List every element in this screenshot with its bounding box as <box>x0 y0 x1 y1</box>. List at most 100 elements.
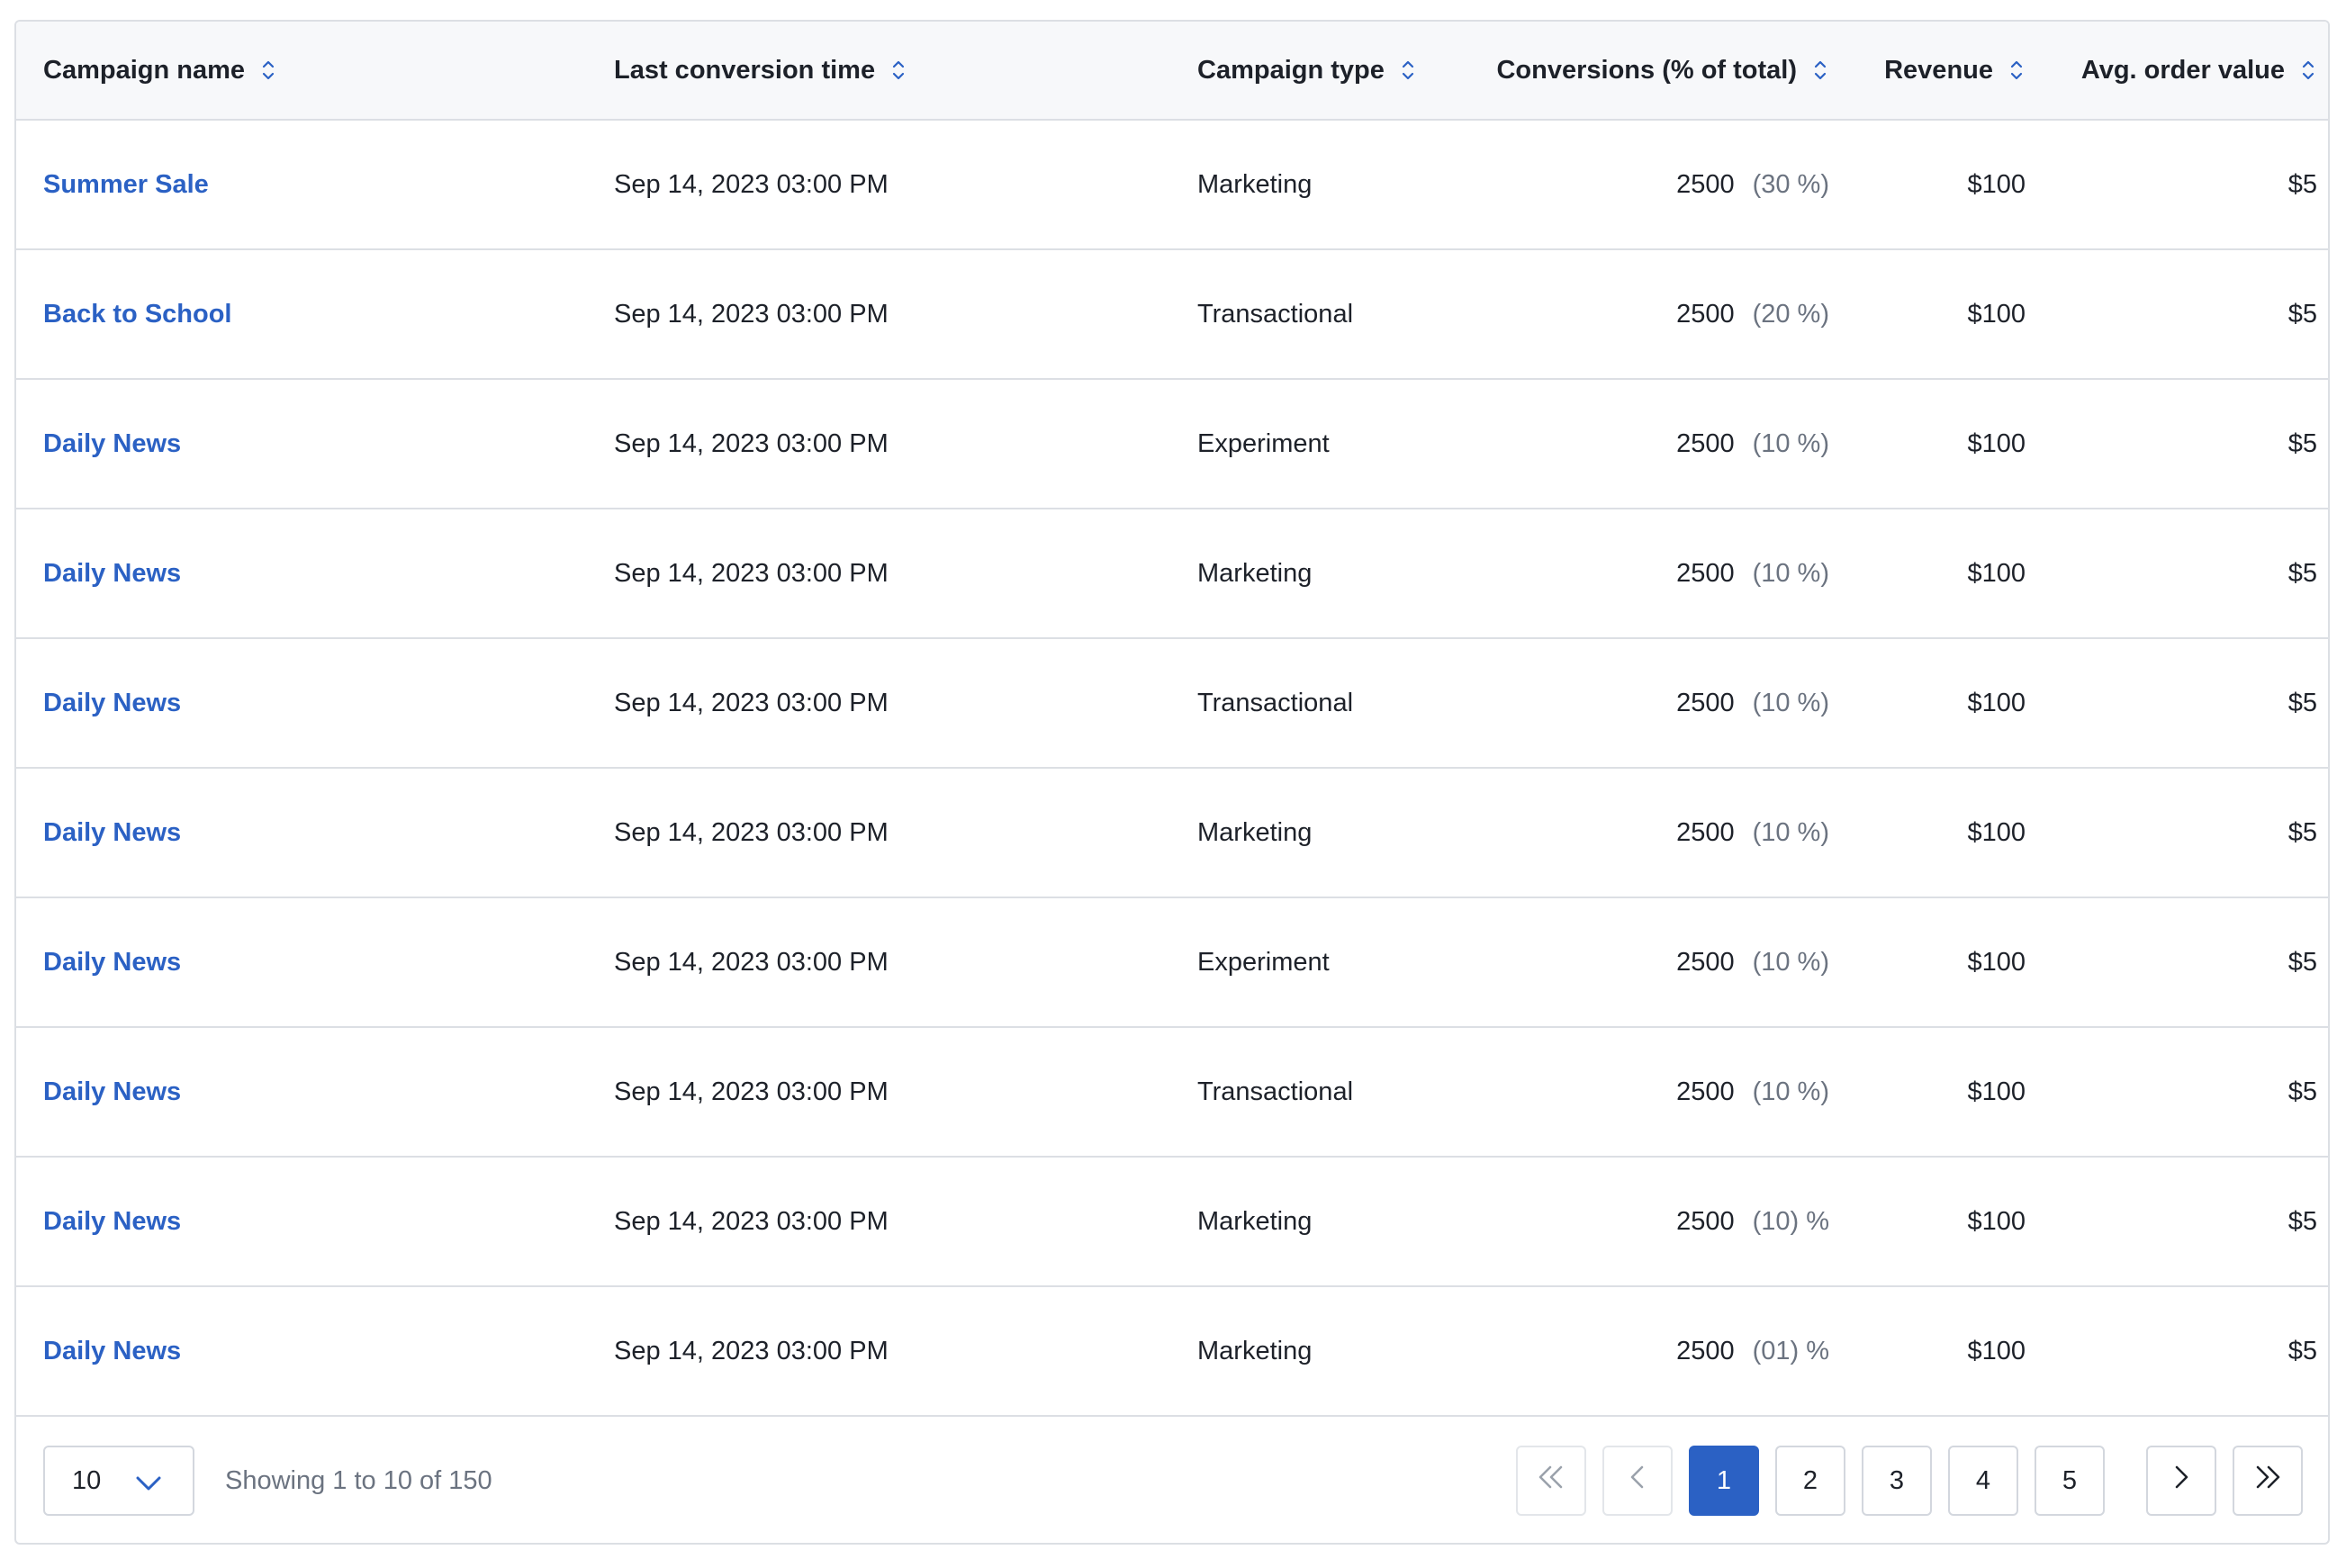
page-size-value: 10 <box>72 1465 102 1495</box>
cell-conversions: 2500 (20 %) <box>1439 250 1829 378</box>
table-row: Daily News Sep 14, 2023 03:00 PM Experimen… <box>16 380 2328 509</box>
cell-campaign-type: Marketing <box>1197 121 1449 248</box>
conversion-percent: (30 %) <box>1752 169 1829 199</box>
cell-campaign-name: Daily News <box>43 769 583 897</box>
cell-campaign-name: Daily News <box>43 898 583 1026</box>
cell-avg-order-value: $5 <box>2033 250 2317 378</box>
avg-order-value-value: $5 <box>2287 1077 2317 1106</box>
revenue-value: $100 <box>1967 1077 2026 1106</box>
page-button-2[interactable]: 2 <box>1775 1446 1845 1516</box>
cell-campaign-name: Daily News <box>43 380 583 508</box>
cell-avg-order-value: $5 <box>2033 769 2317 897</box>
last-conversion-time-value: Sep 14, 2023 03:00 PM <box>614 1336 889 1365</box>
column-header-revenue[interactable]: Revenue <box>1853 22 2026 119</box>
avg-order-value-value: $5 <box>2287 947 2317 977</box>
last-conversion-time-value: Sep 14, 2023 03:00 PM <box>614 817 889 847</box>
column-header-campaign-name[interactable]: Campaign name <box>43 22 583 119</box>
cell-campaign-type: Transactional <box>1197 1028 1449 1156</box>
cell-revenue: $100 <box>1853 1287 2026 1415</box>
avg-order-value-value: $5 <box>2287 1206 2317 1236</box>
column-header-last-conversion-time[interactable]: Last conversion time <box>614 22 1154 119</box>
sort-icon[interactable] <box>1811 58 1829 83</box>
column-header-avg-order-value[interactable]: Avg. order value <box>2033 22 2317 119</box>
campaign-link[interactable]: Daily News <box>43 429 181 459</box>
last-conversion-time-value: Sep 14, 2023 03:00 PM <box>614 428 889 458</box>
column-header-conversions[interactable]: Conversions (% of total) <box>1439 22 1829 119</box>
next-page-button[interactable] <box>2146 1446 2216 1516</box>
campaign-link[interactable]: Daily News <box>43 1207 181 1237</box>
conversions-value: 2500 <box>1676 169 1735 199</box>
sort-icon[interactable] <box>259 58 277 83</box>
campaign-link[interactable]: Daily News <box>43 818 181 848</box>
cell-campaign-type: Experiment <box>1197 380 1449 508</box>
revenue-value: $100 <box>1967 947 2026 977</box>
table-row: Daily News Sep 14, 2023 03:00 PM Transacti… <box>16 639 2328 769</box>
cell-avg-order-value: $5 <box>2033 1287 2317 1415</box>
last-conversion-time-value: Sep 14, 2023 03:00 PM <box>614 169 889 199</box>
campaign-link[interactable]: Daily News <box>43 689 181 718</box>
campaign-type-value: Transactional <box>1197 1077 1354 1106</box>
conversion-percent: (10 %) <box>1752 947 1829 977</box>
cell-conversions: 2500 (10 %) <box>1439 898 1829 1026</box>
campaign-link[interactable]: Summer Sale <box>43 170 209 200</box>
last-conversion-time-value: Sep 14, 2023 03:00 PM <box>614 1077 889 1106</box>
chevron-down-icon <box>135 1471 162 1500</box>
sort-icon[interactable] <box>889 58 907 83</box>
column-header-label: Revenue <box>1884 55 1993 85</box>
campaign-link[interactable]: Daily News <box>43 1337 181 1366</box>
cell-last-conversion-time: Sep 14, 2023 03:00 PM <box>614 509 1154 637</box>
sort-icon[interactable] <box>2299 58 2317 83</box>
cell-avg-order-value: $5 <box>2033 509 2317 637</box>
cell-last-conversion-time: Sep 14, 2023 03:00 PM <box>614 1287 1154 1415</box>
cell-avg-order-value: $5 <box>2033 1028 2317 1156</box>
page-button-3[interactable]: 3 <box>1862 1446 1932 1516</box>
double-chevron-left-icon <box>1536 1464 1566 1498</box>
cell-conversions: 2500 (30 %) <box>1439 121 1829 248</box>
avg-order-value-value: $5 <box>2287 817 2317 847</box>
sort-icon[interactable] <box>1399 58 1417 83</box>
campaign-link[interactable]: Back to School <box>43 300 232 329</box>
avg-order-value-value: $5 <box>2287 169 2317 199</box>
campaign-type-value: Transactional <box>1197 688 1354 717</box>
campaign-type-value: Experiment <box>1197 947 1330 977</box>
page-button-4[interactable]: 4 <box>1948 1446 2018 1516</box>
cell-campaign-type: Transactional <box>1197 639 1449 767</box>
cell-revenue: $100 <box>1853 509 2026 637</box>
table-row: Summer Sale Sep 14, 2023 03:00 PM Marketin… <box>16 121 2328 250</box>
table-row: Back to School Sep 14, 2023 03:00 PM Trans… <box>16 250 2328 380</box>
cell-revenue: $100 <box>1853 380 2026 508</box>
campaign-link[interactable]: Daily News <box>43 948 181 978</box>
cell-revenue: $100 <box>1853 250 2026 378</box>
cell-conversions: 2500 (10 %) <box>1439 380 1829 508</box>
column-header-label: Campaign type <box>1197 55 1385 85</box>
cell-avg-order-value: $5 <box>2033 898 2317 1026</box>
cell-campaign-type: Transactional <box>1197 250 1449 378</box>
avg-order-value-value: $5 <box>2287 1336 2317 1365</box>
column-header-campaign-type[interactable]: Campaign type <box>1197 22 1449 119</box>
previous-page-button[interactable] <box>1602 1446 1673 1516</box>
page-size-select[interactable]: 10 <box>43 1446 194 1516</box>
cell-avg-order-value: $5 <box>2033 121 2317 248</box>
campaign-link[interactable]: Daily News <box>43 559 181 589</box>
column-header-label: Avg. order value <box>2080 55 2285 85</box>
conversion-percent: (10 %) <box>1752 428 1829 458</box>
page-button-1[interactable]: 1 <box>1689 1446 1759 1516</box>
last-page-button[interactable] <box>2233 1446 2303 1516</box>
cell-campaign-type: Marketing <box>1197 1287 1449 1415</box>
revenue-value: $100 <box>1967 1336 2026 1365</box>
campaign-type-value: Marketing <box>1197 169 1313 199</box>
page-button-5[interactable]: 5 <box>2035 1446 2105 1516</box>
campaigns-table-card: Campaign name Last conversion time Campaig… <box>14 20 2330 1545</box>
conversions-value: 2500 <box>1676 1077 1735 1106</box>
cell-last-conversion-time: Sep 14, 2023 03:00 PM <box>614 1028 1154 1156</box>
conversion-percent: (20 %) <box>1752 299 1829 329</box>
last-conversion-time-value: Sep 14, 2023 03:00 PM <box>614 299 889 329</box>
cell-last-conversion-time: Sep 14, 2023 03:00 PM <box>614 898 1154 1026</box>
first-page-button[interactable] <box>1516 1446 1586 1516</box>
campaign-link[interactable]: Daily News <box>43 1077 181 1107</box>
conversions-value: 2500 <box>1676 428 1735 458</box>
sort-icon[interactable] <box>2008 58 2026 83</box>
conversion-percent: (10) % <box>1752 1206 1829 1236</box>
cell-campaign-name: Daily News <box>43 1158 583 1285</box>
campaign-type-value: Marketing <box>1197 558 1313 588</box>
